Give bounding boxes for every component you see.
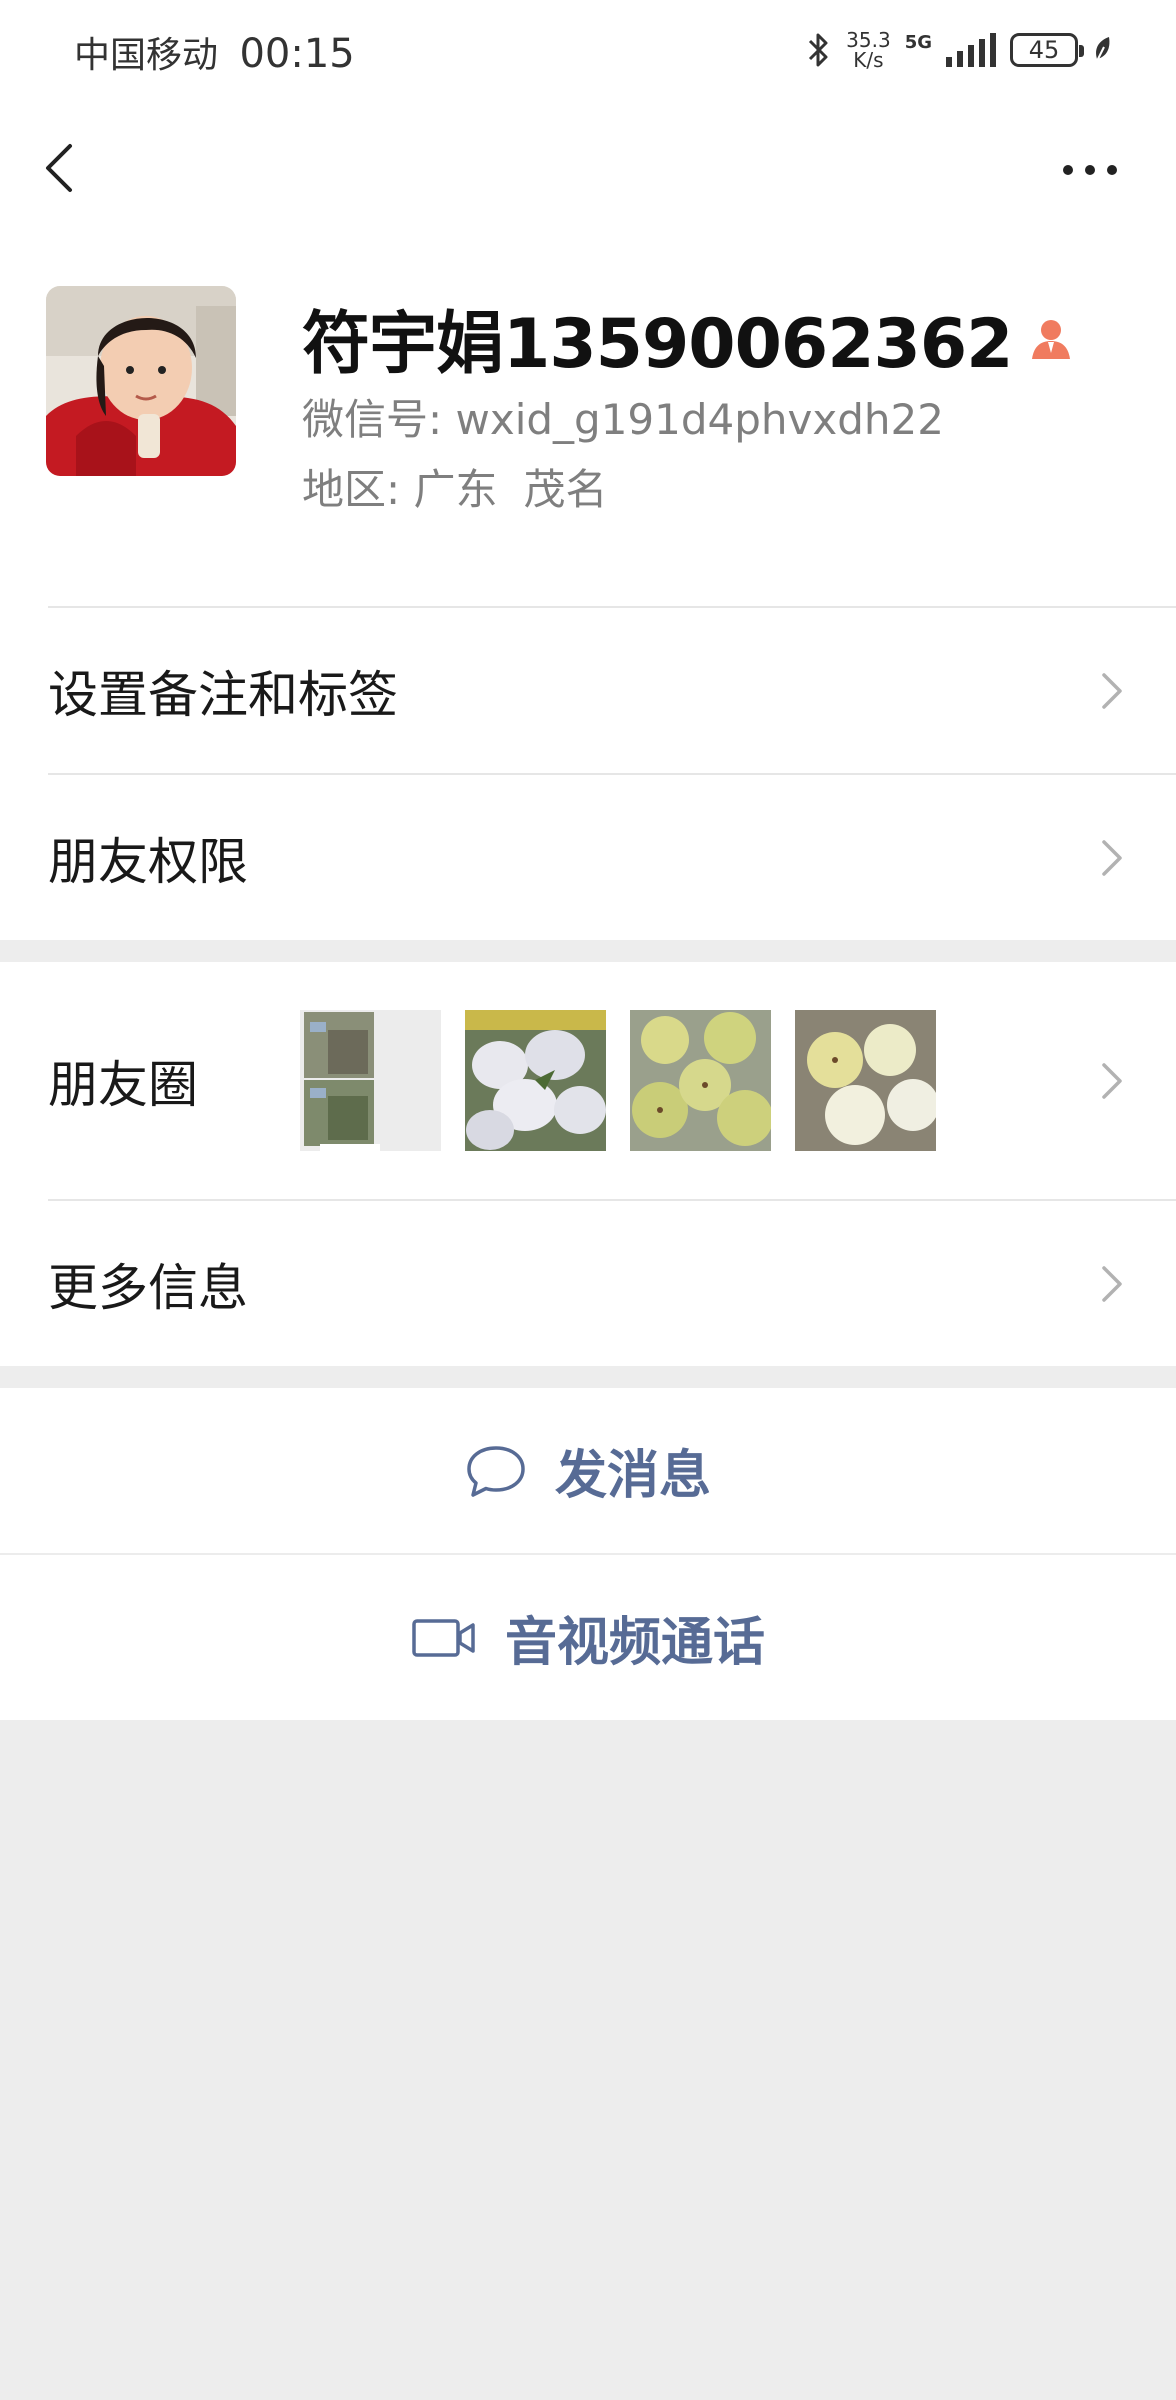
video-camera-icon <box>412 1618 475 1657</box>
settings-section: 设置备注和标签 朋友权限 <box>0 606 1176 940</box>
contact-name: 符宇娟13590062362 <box>302 305 1013 384</box>
actions-section: 发消息 音视频通话 <box>0 1388 1176 1720</box>
chevron-right-icon <box>1102 839 1122 876</box>
remarks-tags-row[interactable]: 设置备注和标签 <box>0 608 1176 773</box>
bluetooth-icon <box>809 33 828 67</box>
remarks-tags-label: 设置备注和标签 <box>48 665 398 724</box>
more-info-row[interactable]: 更多信息 <box>0 1201 1176 1366</box>
profile-header: 符宇娟13590062362 微信号: wxid_g191d4phvxdh22 … <box>0 240 1176 606</box>
friend-permissions-label: 朋友权限 <box>48 832 248 891</box>
status-bar: 中国移动 00:15 35.3 K/s 5G 45 <box>0 0 1176 100</box>
region-province: 广东 <box>413 465 498 514</box>
back-icon[interactable] <box>38 138 78 198</box>
chevron-right-icon <box>1102 672 1122 709</box>
moments-section: 朋友圈 更多信息 <box>0 962 1176 1366</box>
battery-icon: 45 <box>1010 33 1084 67</box>
region-line: 地区: 广东 茂名 <box>302 456 608 517</box>
video-call-label: 音视频通话 <box>504 1613 765 1673</box>
region-city: 茂名 <box>523 465 608 514</box>
nav-bar <box>0 100 1176 240</box>
more-icon[interactable] <box>1060 155 1120 185</box>
moment-thumbnail <box>630 1010 771 1151</box>
network-speed: 35.3 K/s <box>846 30 891 70</box>
avatar[interactable] <box>46 286 236 476</box>
wxid-line: 微信号: wxid_g191d4phvxdh22 <box>302 386 944 447</box>
name-line: 符宇娟13590062362 <box>302 288 1074 387</box>
friend-permissions-row[interactable]: 朋友权限 <box>0 775 1176 940</box>
leaf-icon <box>1096 37 1110 62</box>
status-icons: 35.3 K/s 5G 45 <box>806 26 1114 74</box>
region-label: 地区: <box>302 465 401 514</box>
speed-unit: K/s <box>853 48 884 72</box>
video-call-button[interactable]: 音视频通话 <box>0 1555 1176 1720</box>
chevron-right-icon <box>1102 1265 1122 1302</box>
network-type: 5G <box>904 32 932 53</box>
moment-thumbnail <box>300 1010 441 1151</box>
send-message-button[interactable]: 发消息 <box>0 1388 1176 1553</box>
send-message-label: 发消息 <box>554 1446 711 1506</box>
carrier-name: 中国移动 <box>74 35 219 76</box>
moments-thumbnails <box>300 1010 936 1151</box>
chat-bubble-icon <box>467 1445 525 1497</box>
more-info-label: 更多信息 <box>48 1258 248 1317</box>
moment-thumbnail <box>465 1010 606 1151</box>
signal-icon <box>946 33 996 67</box>
battery-level: 45 <box>1028 36 1060 64</box>
status-time: 00:15 <box>239 31 355 77</box>
status-left: 中国移动 00:15 <box>74 26 355 78</box>
moments-row[interactable]: 朋友圈 <box>0 962 1176 1199</box>
person-icon <box>1032 319 1071 359</box>
moments-label: 朋友圈 <box>48 1055 198 1114</box>
speed-value: 35.3 <box>846 28 891 52</box>
wxid-value[interactable]: wxid_g191d4phvxdh22 <box>456 395 944 444</box>
wxid-label: 微信号: <box>302 395 443 444</box>
moment-thumbnail <box>795 1010 936 1151</box>
chevron-right-icon <box>1102 1062 1122 1099</box>
